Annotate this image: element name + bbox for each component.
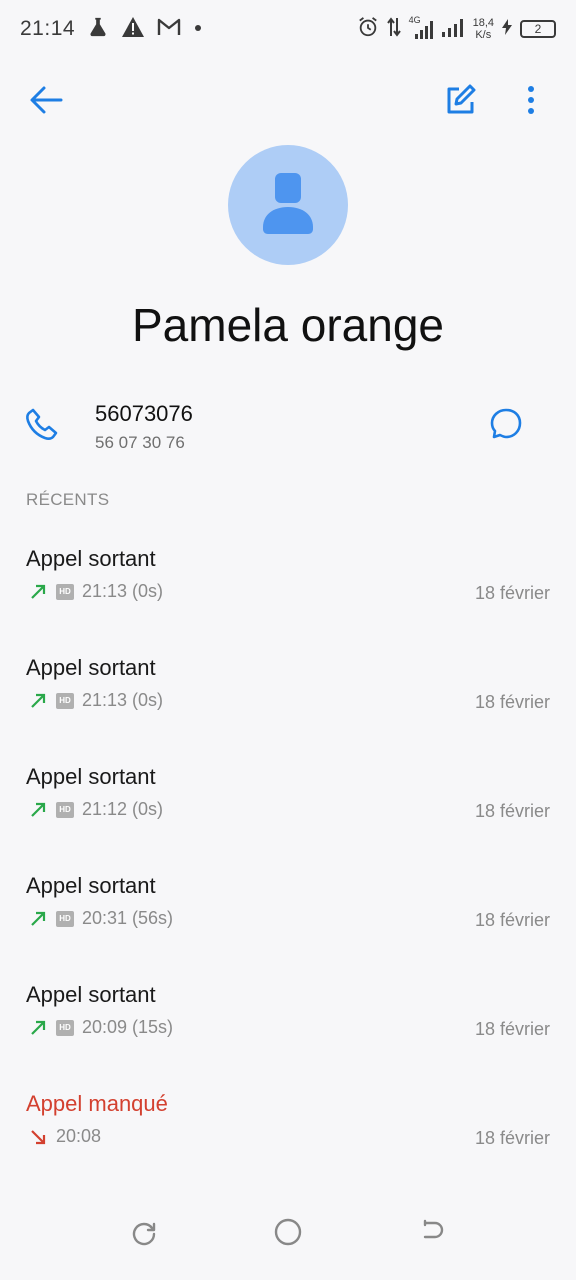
network-speed: 18,4 K/s bbox=[472, 17, 494, 41]
call-list-item[interactable]: Appel sortant HD 21:12 (0s) 18 février bbox=[0, 764, 576, 864]
home-circle-icon bbox=[273, 1217, 303, 1252]
data-transfer-icon bbox=[386, 16, 401, 43]
outgoing-call-icon bbox=[28, 691, 48, 711]
message-icon[interactable] bbox=[488, 406, 532, 450]
call-time: 21:13 (0s) bbox=[82, 690, 164, 710]
phone-number-formatted: 56 07 30 76 bbox=[95, 433, 185, 452]
call-time: 21:13 (0s) bbox=[82, 581, 164, 601]
home-button[interactable] bbox=[268, 1214, 308, 1254]
outgoing-call-icon bbox=[28, 800, 48, 820]
call-time: 21:12 (0s) bbox=[82, 799, 164, 819]
top-bar bbox=[0, 78, 576, 126]
call-date: 18 février bbox=[474, 1019, 550, 1039]
missed-call-icon bbox=[28, 1127, 48, 1147]
call-type: Appel sortant bbox=[26, 764, 156, 789]
call-list-item[interactable]: Appel sortant HD 20:31 (56s) 18 février bbox=[0, 873, 576, 973]
call-list-item[interactable]: Appel sortant HD 21:13 (0s) 18 février bbox=[0, 655, 576, 755]
alarm-icon bbox=[357, 16, 379, 43]
dot-icon bbox=[193, 20, 203, 38]
signal-icon bbox=[441, 16, 465, 43]
call-type: Appel sortant bbox=[26, 873, 156, 898]
status-time: 21:14 bbox=[20, 17, 76, 40]
more-vert-icon bbox=[527, 85, 535, 120]
signal-4g-icon: 4G bbox=[409, 15, 433, 40]
call-time: 20:09 (15s) bbox=[82, 1017, 174, 1037]
hd-badge: HD bbox=[56, 583, 74, 600]
hd-badge: HD bbox=[56, 910, 74, 927]
hd-badge: HD bbox=[56, 801, 74, 818]
charging-icon bbox=[502, 18, 512, 40]
recents-section-title: RÉCENTS bbox=[26, 490, 110, 509]
call-type: Appel sortant bbox=[26, 982, 156, 1007]
warning-icon bbox=[121, 16, 145, 43]
call-date: 18 février bbox=[474, 583, 550, 603]
hd-badge: HD bbox=[56, 1019, 74, 1036]
call-time: 20:08 bbox=[56, 1126, 102, 1146]
status-bar: 21:14 4G 18,4 K/s 2 bbox=[0, 0, 576, 58]
phone-icon[interactable] bbox=[24, 406, 64, 446]
phone-number-row[interactable]: 56073076 56 07 30 76 bbox=[0, 394, 576, 464]
call-list-item[interactable]: Appel sortant HD 20:09 (15s) 18 février bbox=[0, 982, 576, 1082]
arrow-left-icon bbox=[28, 84, 64, 121]
contact-avatar bbox=[228, 145, 348, 265]
call-date: 18 février bbox=[474, 910, 550, 930]
outgoing-call-icon bbox=[28, 909, 48, 929]
contact-name: Pamela orange bbox=[132, 299, 444, 351]
hd-badge: HD bbox=[56, 692, 74, 709]
back-button[interactable] bbox=[22, 78, 70, 126]
call-type: Appel sortant bbox=[26, 546, 156, 571]
more-options-button[interactable] bbox=[507, 78, 555, 126]
navigation-bar bbox=[0, 1190, 576, 1280]
recents-icon bbox=[130, 1218, 158, 1251]
flask-icon bbox=[87, 16, 109, 43]
outgoing-call-icon bbox=[28, 582, 48, 602]
call-type: Appel sortant bbox=[26, 655, 156, 680]
call-time: 20:31 (56s) bbox=[82, 908, 174, 928]
call-list-item[interactable]: Appel manqué 20:08 18 février bbox=[0, 1091, 576, 1191]
call-date: 18 février bbox=[474, 692, 550, 712]
recents-button[interactable] bbox=[124, 1214, 164, 1254]
edit-contact-button[interactable] bbox=[436, 78, 484, 126]
outgoing-call-icon bbox=[28, 1018, 48, 1038]
gmail-icon bbox=[157, 17, 181, 42]
person-icon bbox=[261, 171, 315, 240]
edit-icon bbox=[444, 84, 476, 121]
battery-indicator: 2 bbox=[520, 20, 556, 38]
call-list-item[interactable]: Appel sortant HD 21:13 (0s) 18 février bbox=[0, 546, 576, 646]
call-date: 18 février bbox=[474, 1128, 550, 1148]
call-type: Appel manqué bbox=[26, 1091, 168, 1116]
call-date: 18 février bbox=[474, 801, 550, 821]
nav-back-button[interactable] bbox=[411, 1214, 451, 1254]
nav-back-icon bbox=[417, 1218, 445, 1251]
phone-number: 56073076 bbox=[95, 401, 193, 426]
